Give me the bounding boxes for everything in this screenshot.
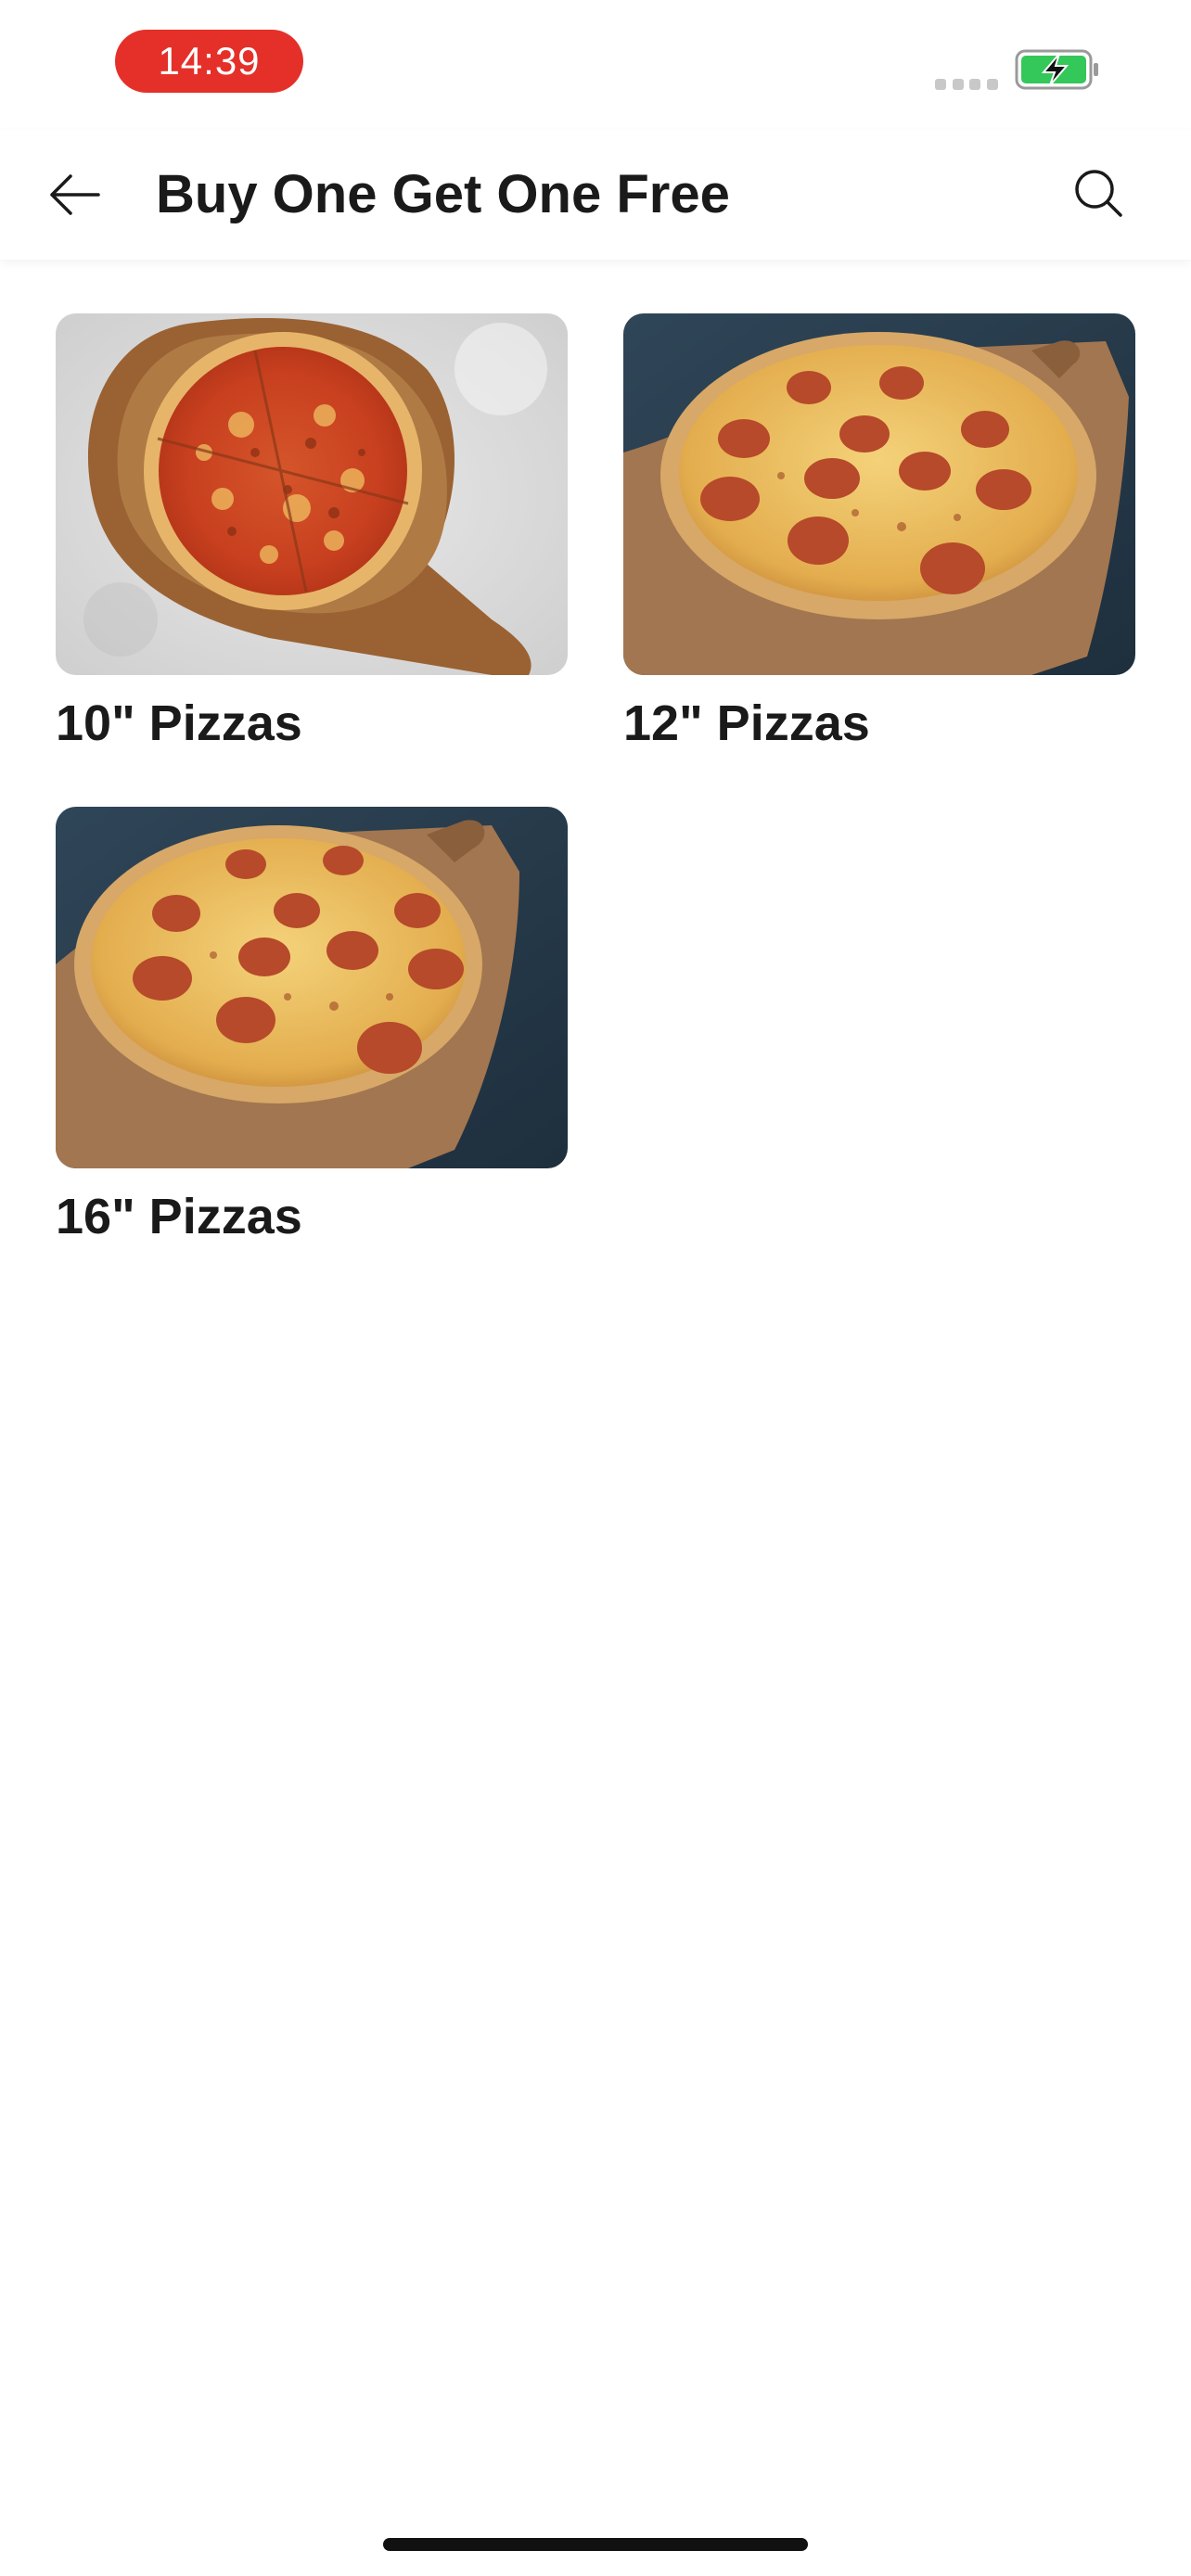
category-card-10-inch[interactable]: 10" Pizzas bbox=[56, 313, 568, 759]
category-label: 12" Pizzas bbox=[623, 695, 870, 751]
arrow-left-icon bbox=[50, 174, 100, 215]
status-bar: 14:39 bbox=[0, 0, 1191, 130]
page-title: Buy One Get One Free bbox=[156, 164, 730, 224]
category-card-16-inch[interactable]: 16" Pizzas bbox=[56, 807, 568, 1252]
category-card-12-inch[interactable]: 12" Pizzas bbox=[623, 313, 1135, 759]
pizza-image bbox=[623, 313, 1135, 675]
app-header: Buy One Get One Free bbox=[0, 130, 1191, 260]
category-label: 10" Pizzas bbox=[56, 695, 302, 751]
category-label: 16" Pizzas bbox=[56, 1189, 302, 1244]
status-time: 14:39 bbox=[115, 30, 303, 93]
back-button[interactable] bbox=[37, 158, 111, 232]
signal-icon bbox=[935, 79, 998, 90]
category-grid: 10" Pizzas 12" Pizzas 16" Pizzas bbox=[56, 313, 1135, 1252]
pizza-image bbox=[56, 807, 568, 1168]
search-button[interactable] bbox=[1061, 156, 1135, 230]
battery-charging-icon bbox=[1015, 49, 1098, 90]
search-icon bbox=[1075, 170, 1122, 217]
pizza-image bbox=[56, 313, 568, 675]
home-indicator[interactable] bbox=[383, 2538, 808, 2551]
screen: 14:39 Buy One Get One Free 10" Pizzas 12… bbox=[0, 0, 1191, 2576]
